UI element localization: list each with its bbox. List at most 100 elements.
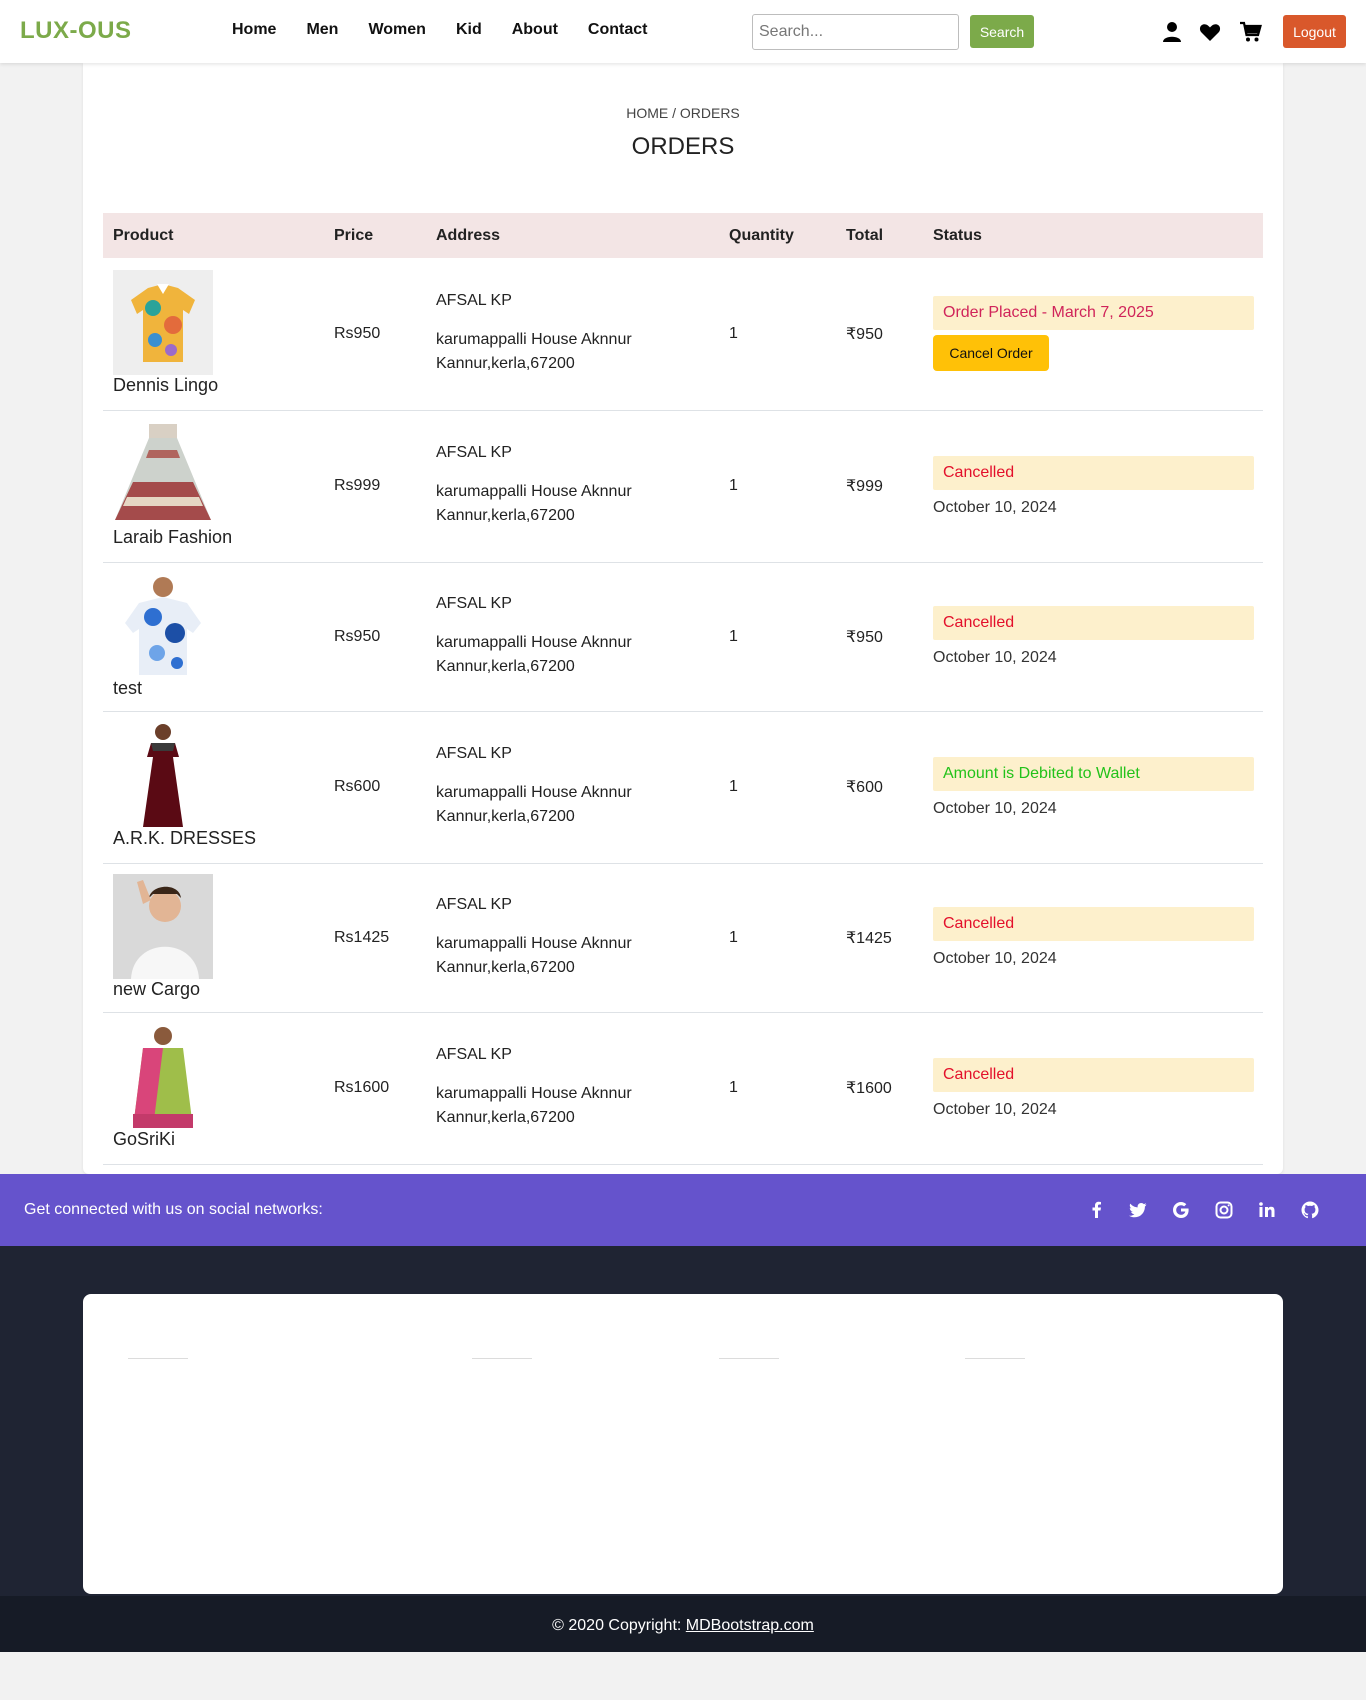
address-line: karumappalli House Aknnur [436,934,632,952]
nav-link-about[interactable]: About [512,21,558,39]
address-line: karumappalli House Aknnur [436,633,632,651]
address-line: karumappalli House Aknnur [436,483,632,500]
header-address: Address [426,213,719,258]
nav-links: Home Men Women Kid About Contact [232,21,677,39]
product-cell: test [103,562,324,712]
product-name: Dennis Lingo [113,374,219,395]
quantity-cell: 1 [719,562,836,712]
cart-icon[interactable] [1239,20,1263,44]
twitter-icon[interactable] [1128,1200,1148,1220]
nav-link-home[interactable]: Home [232,21,276,39]
product-name: A.R.K. DRESSES [113,828,257,848]
status-cell: Cancelled October 10, 2024 [923,863,1263,1013]
address-cell: AFSAL KP karumappalli House Aknnur Kannu… [426,410,719,563]
price-cell: Rs950 [324,562,426,712]
google-icon[interactable] [1171,1200,1191,1220]
social-bar: Get connected with us on social networks… [0,1174,1366,1246]
address-line: karumappalli House Aknnur [436,1085,632,1102]
footer-divider [965,1358,1025,1359]
status-date: October 10, 2024 [933,799,1057,817]
address-name: AFSAL KP [436,895,512,913]
breadcrumb: HOME / ORDERS [626,105,740,121]
linkedin-icon[interactable] [1257,1200,1277,1220]
address-line: karumappalli House Aknnur [436,330,632,348]
address-cell: AFSAL KP karumappalli House Aknnur Kannu… [426,1012,719,1165]
page-title: ORDERS [631,133,735,160]
navbar: LUX-OUS Home Men Women Kid About Contact… [0,0,1366,63]
product-image-skirt[interactable] [113,422,213,527]
quantity-cell: 1 [719,410,836,563]
status-cell: Cancelled October 10, 2024 [923,410,1263,563]
product-image-saree[interactable] [113,1024,213,1129]
product-image-floral-shirt[interactable] [113,572,213,678]
copyright-link[interactable]: MDBootstrap.com [686,1617,814,1634]
footer-divider [128,1358,188,1359]
status-badge: Order Placed - March 7, 2025 [933,296,1254,331]
address-name: AFSAL KP [436,594,512,612]
product-name: test [113,677,143,698]
footer-copyright: © 2020 Copyright: MDBootstrap.com [0,1596,1366,1652]
table-row: A.R.K. DRESSES Rs600 AFSAL KP karumappal… [103,711,1263,864]
footer [0,1246,1366,1596]
status-cell: Order Placed - March 7, 2025 Cancel Orde… [923,258,1263,411]
total-cell: ₹999 [836,410,923,563]
product-name: Laraib Fashion [113,527,233,547]
table-row: new Cargo Rs1425 AFSAL KP karumappalli H… [103,863,1263,1013]
address-line: Kannur,kerla,67200 [436,1109,575,1126]
price-cell: Rs999 [324,410,426,563]
address-line: Kannur,kerla,67200 [436,657,575,675]
address-cell: AFSAL KP karumappalli House Aknnur Kannu… [426,863,719,1013]
table-row: Dennis Lingo Rs950 AFSAL KP karumappalli… [103,258,1263,411]
product-cell: Laraib Fashion [103,410,324,563]
table-row: test Rs950 AFSAL KP karumappalli House A… [103,562,1263,712]
search-button[interactable]: Search [970,15,1034,48]
brand-logo[interactable]: LUX-OUS [20,17,132,45]
status-date: October 10, 2024 [933,498,1057,516]
address-name: AFSAL KP [436,1046,512,1063]
product-image-tshirt-man[interactable] [113,873,213,979]
address-cell: AFSAL KP karumappalli House Aknnur Kannu… [426,258,719,411]
header-quantity: Quantity [719,213,836,258]
facebook-icon[interactable] [1087,1200,1107,1220]
status-badge: Cancelled [933,455,1254,490]
product-image-dress[interactable] [113,723,213,828]
product-image-shirt[interactable] [113,269,213,375]
price-cell: Rs1600 [324,1012,426,1165]
total-cell: ₹950 [836,258,923,411]
heart-icon[interactable] [1198,20,1222,44]
product-name: GoSriKi [113,1129,176,1149]
quantity-cell: 1 [719,711,836,864]
status-badge: Cancelled [933,606,1254,640]
footer-card [83,1294,1283,1594]
total-cell: ₹950 [836,562,923,712]
product-cell: new Cargo [103,863,324,1013]
product-cell: GoSriKi [103,1012,324,1165]
product-cell: Dennis Lingo [103,258,324,411]
status-badge: Cancelled [933,907,1254,941]
nav-link-men[interactable]: Men [306,21,338,39]
address-name: AFSAL KP [436,745,512,762]
address-name: AFSAL KP [436,291,512,309]
user-icon[interactable] [1160,20,1184,44]
price-cell: Rs950 [324,258,426,411]
address-line: Kannur,kerla,67200 [436,958,575,976]
cancel-order-button[interactable]: Cancel Order [933,335,1049,372]
github-icon[interactable] [1300,1200,1320,1220]
table-row: Laraib Fashion Rs999 AFSAL KP karumappal… [103,410,1263,563]
nav-link-women[interactable]: Women [368,21,425,39]
header-status: Status [923,213,1263,258]
quantity-cell: 1 [719,258,836,411]
footer-divider [719,1358,779,1359]
footer-divider [472,1358,532,1359]
status-badge: Amount is Debited to Wallet [933,756,1254,791]
product-cell: A.R.K. DRESSES [103,711,324,864]
instagram-icon[interactable] [1214,1200,1234,1220]
nav-link-kid[interactable]: Kid [456,21,482,39]
total-cell: ₹1425 [836,863,923,1013]
status-cell: Cancelled October 10, 2024 [923,1012,1263,1165]
search-input[interactable] [752,14,959,50]
status-date: October 10, 2024 [933,950,1057,967]
nav-link-contact[interactable]: Contact [588,21,648,39]
address-cell: AFSAL KP karumappalli House Aknnur Kannu… [426,711,719,864]
logout-button[interactable]: Logout [1283,15,1346,48]
